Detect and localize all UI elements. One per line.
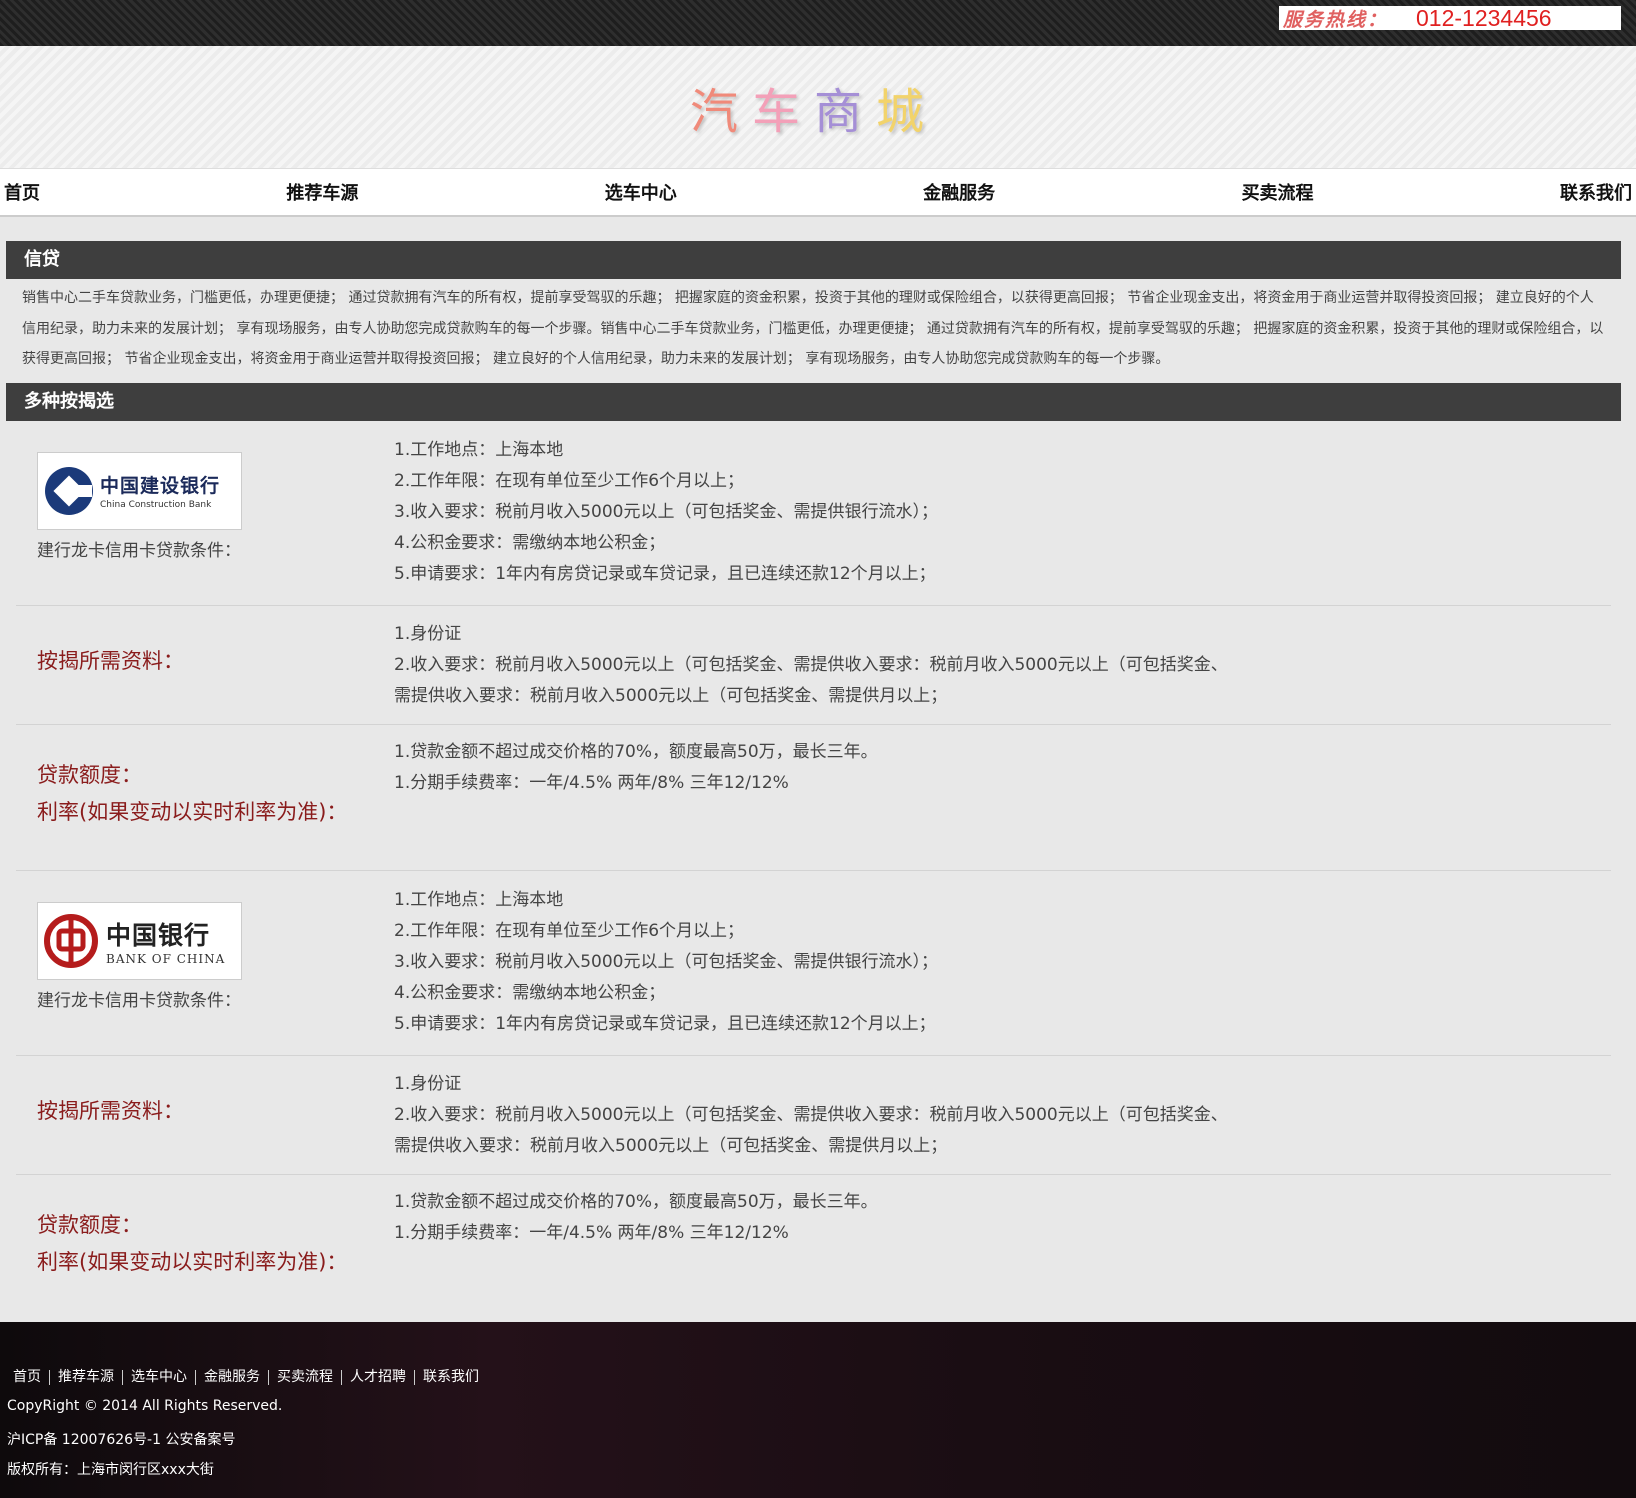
fee-rate-text: 1.分期手续费率：一年/4.5% 两年/8% 三年12/12% [394,772,789,793]
condition-item: 4.公积金要求：需缴纳本地公积金； [394,982,666,1003]
materials-row: 按揭所需资料： 1.身份证 2.收入要求：税前月收入5000元以上（可包括奖金、… [16,1056,1611,1175]
footer-nav: 首页 推荐车源 选车中心 金融服务 买卖流程 人才招聘 联系我们 [13,1366,479,1386]
footer-link-recommended[interactable]: 推荐车源 [58,1369,114,1385]
bank-block-ccb: 中国建设银行 China Construction Bank 建行龙卡信用卡贷款… [16,421,1611,871]
condition-item: 3.收入要求：税前月收入5000元以上（可包括奖金、需提供银行流水）； [394,501,938,522]
bank-caption: 建行龙卡信用卡贷款条件： [37,990,241,1011]
ccb-logo: 中国建设银行 China Construction Bank [37,451,242,530]
bank-conditions-row: 中国银行 BANK OF CHINA 建行龙卡信用卡贷款条件： 1.工作地点：上… [16,871,1611,1056]
credit-section-title: 信贷 [6,241,1621,279]
footer-copyright: CopyRight © 2014 All Rights Reserved. [7,1398,283,1414]
boc-logo-en: BANK OF CHINA [106,951,226,966]
material-item: 1.身份证 [394,1073,462,1094]
condition-item: 2.工作年限：在现有单位至少工作6个月以上； [394,470,745,491]
condition-item: 5.申请要求：1年内有房贷记录或车贷记录，且已连续还款12个月以上； [394,563,936,584]
loan-amount-text: 1.贷款金额不超过成交价格的70%，额度最高50万，最长三年。 [394,1191,878,1212]
hotline-label: 服务热线： [1283,8,1389,31]
footer-divider [122,1369,123,1385]
main-content: 信贷 销售中心二手车贷款业务，门槛更低，办理更便捷； 通过贷款拥有汽车的所有权，… [0,217,1636,1321]
logo-char: 汽 [689,84,752,140]
hotline-number: 012-1234456 [1416,4,1552,31]
condition-item: 1.工作地点：上海本地 [394,439,564,460]
site-logo[interactable]: 汽车商城 [690,72,938,142]
ccb-logo-cn: 中国建设银行 [100,475,221,497]
bank-block-boc: 中国银行 BANK OF CHINA 建行龙卡信用卡贷款条件： 1.工作地点：上… [16,871,1611,1321]
footer-owner: 版权所有：上海市闵行区xxx大街 [7,1462,214,1478]
boc-logo-cn: 中国银行 [106,920,211,950]
condition-list: 1.工作地点：上海本地 2.工作年限：在现有单位至少工作6个月以上； 3.收入要… [394,871,1611,1055]
footer: 首页 推荐车源 选车中心 金融服务 买卖流程 人才招聘 联系我们 CopyRight © 2… [0,1322,1636,1498]
materials-label: 按揭所需资料： [37,1098,184,1123]
loan-amount-text: 1.贷款金额不超过成交价格的70%，额度最高50万，最长三年。 [394,741,878,762]
main-nav: 首页 推荐车源 选车中心 金融服务 买卖流程 联系我们 [0,168,1636,217]
materials-row: 按揭所需资料： 1.身份证 2.收入要求：税前月收入5000元以上（可包括奖金、… [16,606,1611,725]
material-item: 2.收入要求：税前月收入5000元以上（可包括奖金、需提供收入要求：税前月收入5… [394,1104,1228,1156]
condition-item: 5.申请要求：1年内有房贷记录或车贷记录，且已连续还款12个月以上； [394,1013,936,1034]
nav-process[interactable]: 买卖流程 [1238,179,1318,205]
ccb-logo-en: China Construction Bank [100,500,212,510]
nav-finance[interactable]: 金融服务 [919,179,999,205]
material-item: 2.收入要求：税前月收入5000元以上（可包括奖金、需提供收入要求：税前月收入5… [394,654,1228,706]
footer-link-contact[interactable]: 联系我们 [423,1369,479,1385]
footer-icp: 沪ICP备 12007626号-1 公安备案号 [7,1432,236,1448]
bank-conditions-row: 中国建设银行 China Construction Bank 建行龙卡信用卡贷款… [16,421,1611,606]
logo-char: 商 [814,84,877,140]
condition-item: 2.工作年限：在现有单位至少工作6个月以上； [394,920,745,941]
logo-char: 车 [751,84,814,140]
mortgage-options-title: 多种按揭选 [6,382,1621,421]
interest-rate-label: 利率(如果变动以实时利率为准)： [37,799,348,824]
loan-amount-row: 贷款额度： 利率(如果变动以实时利率为准)： 1.贷款金额不超过成交价格的70%… [16,725,1611,871]
footer-divider [268,1369,269,1385]
footer-divider [195,1369,196,1385]
material-item: 1.身份证 [394,623,462,644]
ccb-emblem-icon [45,466,93,515]
loan-amount-label: 贷款额度： [37,1212,142,1237]
footer-divider [49,1369,50,1385]
footer-link-finance[interactable]: 金融服务 [204,1369,260,1385]
loan-amount-row: 贷款额度： 利率(如果变动以实时利率为准)： 1.贷款金额不超过成交价格的70%… [16,1175,1611,1321]
condition-item: 1.工作地点：上海本地 [394,889,564,910]
nav-home[interactable]: 首页 [0,179,44,205]
credit-intro-text: 销售中心二手车贷款业务，门槛更低，办理更便捷； 通过贷款拥有汽车的所有权，提前享… [22,290,1604,367]
condition-list: 1.工作地点：上海本地 2.工作年限：在现有单位至少工作6个月以上； 3.收入要… [394,421,1611,605]
boc-logo: 中国银行 BANK OF CHINA [37,901,242,980]
fee-rate-text: 1.分期手续费率：一年/4.5% 两年/8% 三年12/12% [394,1222,789,1243]
footer-divider [414,1369,415,1385]
footer-divider [341,1369,342,1385]
interest-rate-label: 利率(如果变动以实时利率为准)： [37,1249,348,1274]
top-bar: 服务热线： 012-1234456 [0,0,1636,46]
loan-amount-label: 贷款额度： [37,762,142,787]
footer-link-home[interactable]: 首页 [13,1369,41,1385]
footer-link-process[interactable]: 买卖流程 [277,1369,333,1385]
bank-caption: 建行龙卡信用卡贷款条件： [37,540,241,561]
hotline-box: 服务热线： 012-1234456 [1279,4,1621,31]
logo-char: 城 [876,84,939,140]
materials-label: 按揭所需资料： [37,648,184,673]
condition-item: 3.收入要求：税前月收入5000元以上（可包括奖金、需提供银行流水）； [394,951,938,972]
footer-link-car-center[interactable]: 选车中心 [131,1369,187,1385]
nav-car-center[interactable]: 选车中心 [601,179,681,205]
condition-item: 4.公积金要求：需缴纳本地公积金； [394,532,666,553]
footer-link-jobs[interactable]: 人才招聘 [350,1369,406,1385]
header-banner: 汽车商城 [0,46,1636,168]
nav-recommended-cars[interactable]: 推荐车源 [282,179,362,205]
boc-emblem-icon [44,913,98,968]
nav-contact[interactable]: 联系我们 [1556,179,1636,205]
